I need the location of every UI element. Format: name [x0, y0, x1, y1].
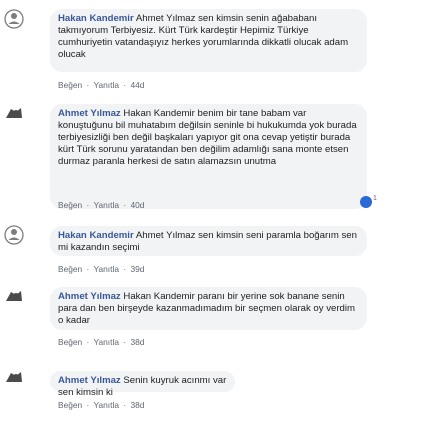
comment-actions: Beğen · Yanıtla · 39d [58, 264, 144, 274]
separator: · [86, 337, 90, 347]
comment-actions: Beğen · Yanıtla · 38d [58, 400, 144, 410]
ahmet-avatar-icon[interactable] [3, 367, 25, 389]
reply-button[interactable]: Yanıtla [94, 337, 119, 347]
comment-time[interactable]: 39d [130, 264, 144, 274]
reaction-badge[interactable]: 1 [360, 195, 377, 208]
comment-author[interactable]: Hakan Kandemir [58, 13, 134, 24]
comment-bubble: Hakan Kandemir Ahmet Yılmaz sen kimsin s… [50, 9, 367, 72]
reply-button[interactable]: Yanıtla [94, 264, 119, 274]
comment-actions: Beğen · Yanıtla · 44d [58, 80, 144, 90]
comment-author[interactable]: Ahmet Yılmaz [58, 291, 121, 302]
separator: · [86, 264, 90, 274]
separator: · [86, 200, 90, 210]
comment-time[interactable]: 40d [130, 200, 144, 210]
comment-author[interactable]: Hakan Kandemir [58, 230, 134, 241]
separator: · [123, 400, 127, 410]
like-button[interactable]: Beğen [58, 80, 82, 90]
like-reaction-icon [360, 196, 372, 208]
comment-actions: Beğen · Yanıtla · 40d [58, 200, 144, 210]
like-button[interactable]: Beğen [58, 400, 82, 410]
ahmet-avatar-icon[interactable] [3, 103, 25, 125]
comment-author[interactable]: Ahmet Yılmaz [58, 375, 121, 386]
ahmet-avatar-icon[interactable] [3, 286, 25, 308]
separator: · [123, 80, 127, 90]
comment-author[interactable]: Ahmet Yılmaz [58, 108, 121, 119]
comment-bubble: Ahmet Yılmaz Senin kuyruk acınmı var sen… [50, 371, 235, 398]
reaction-count: 1 [373, 195, 377, 202]
hakan-avatar-icon[interactable] [3, 8, 25, 30]
reply-button[interactable]: Yanıtla [94, 80, 119, 90]
hakan-avatar-icon[interactable] [3, 224, 25, 246]
comment-time[interactable]: 38d [130, 400, 144, 410]
comment-actions: Beğen · Yanıtla · 38d [58, 337, 144, 347]
comment-time[interactable]: 44d [130, 80, 144, 90]
comment-time[interactable]: 38d [130, 337, 144, 347]
comment-bubble: Hakan Kandemir Ahmet Yılmaz sen kimsin s… [50, 226, 367, 256]
reply-button[interactable]: Yanıtla [94, 400, 119, 410]
separator: · [86, 80, 90, 90]
separator: · [123, 264, 127, 274]
comment-bubble: Ahmet Yılmaz Hakan Kandemir paranı bir y… [50, 287, 367, 330]
like-button[interactable]: Beğen [58, 337, 82, 347]
like-button[interactable]: Beğen [58, 264, 82, 274]
separator: · [86, 400, 90, 410]
separator: · [123, 200, 127, 210]
like-button[interactable]: Beğen [58, 200, 82, 210]
comment-bubble: Ahmet Yılmaz Hakan Kandemir benim bir ta… [50, 104, 367, 209]
separator: · [123, 337, 127, 347]
reply-button[interactable]: Yanıtla [94, 200, 119, 210]
